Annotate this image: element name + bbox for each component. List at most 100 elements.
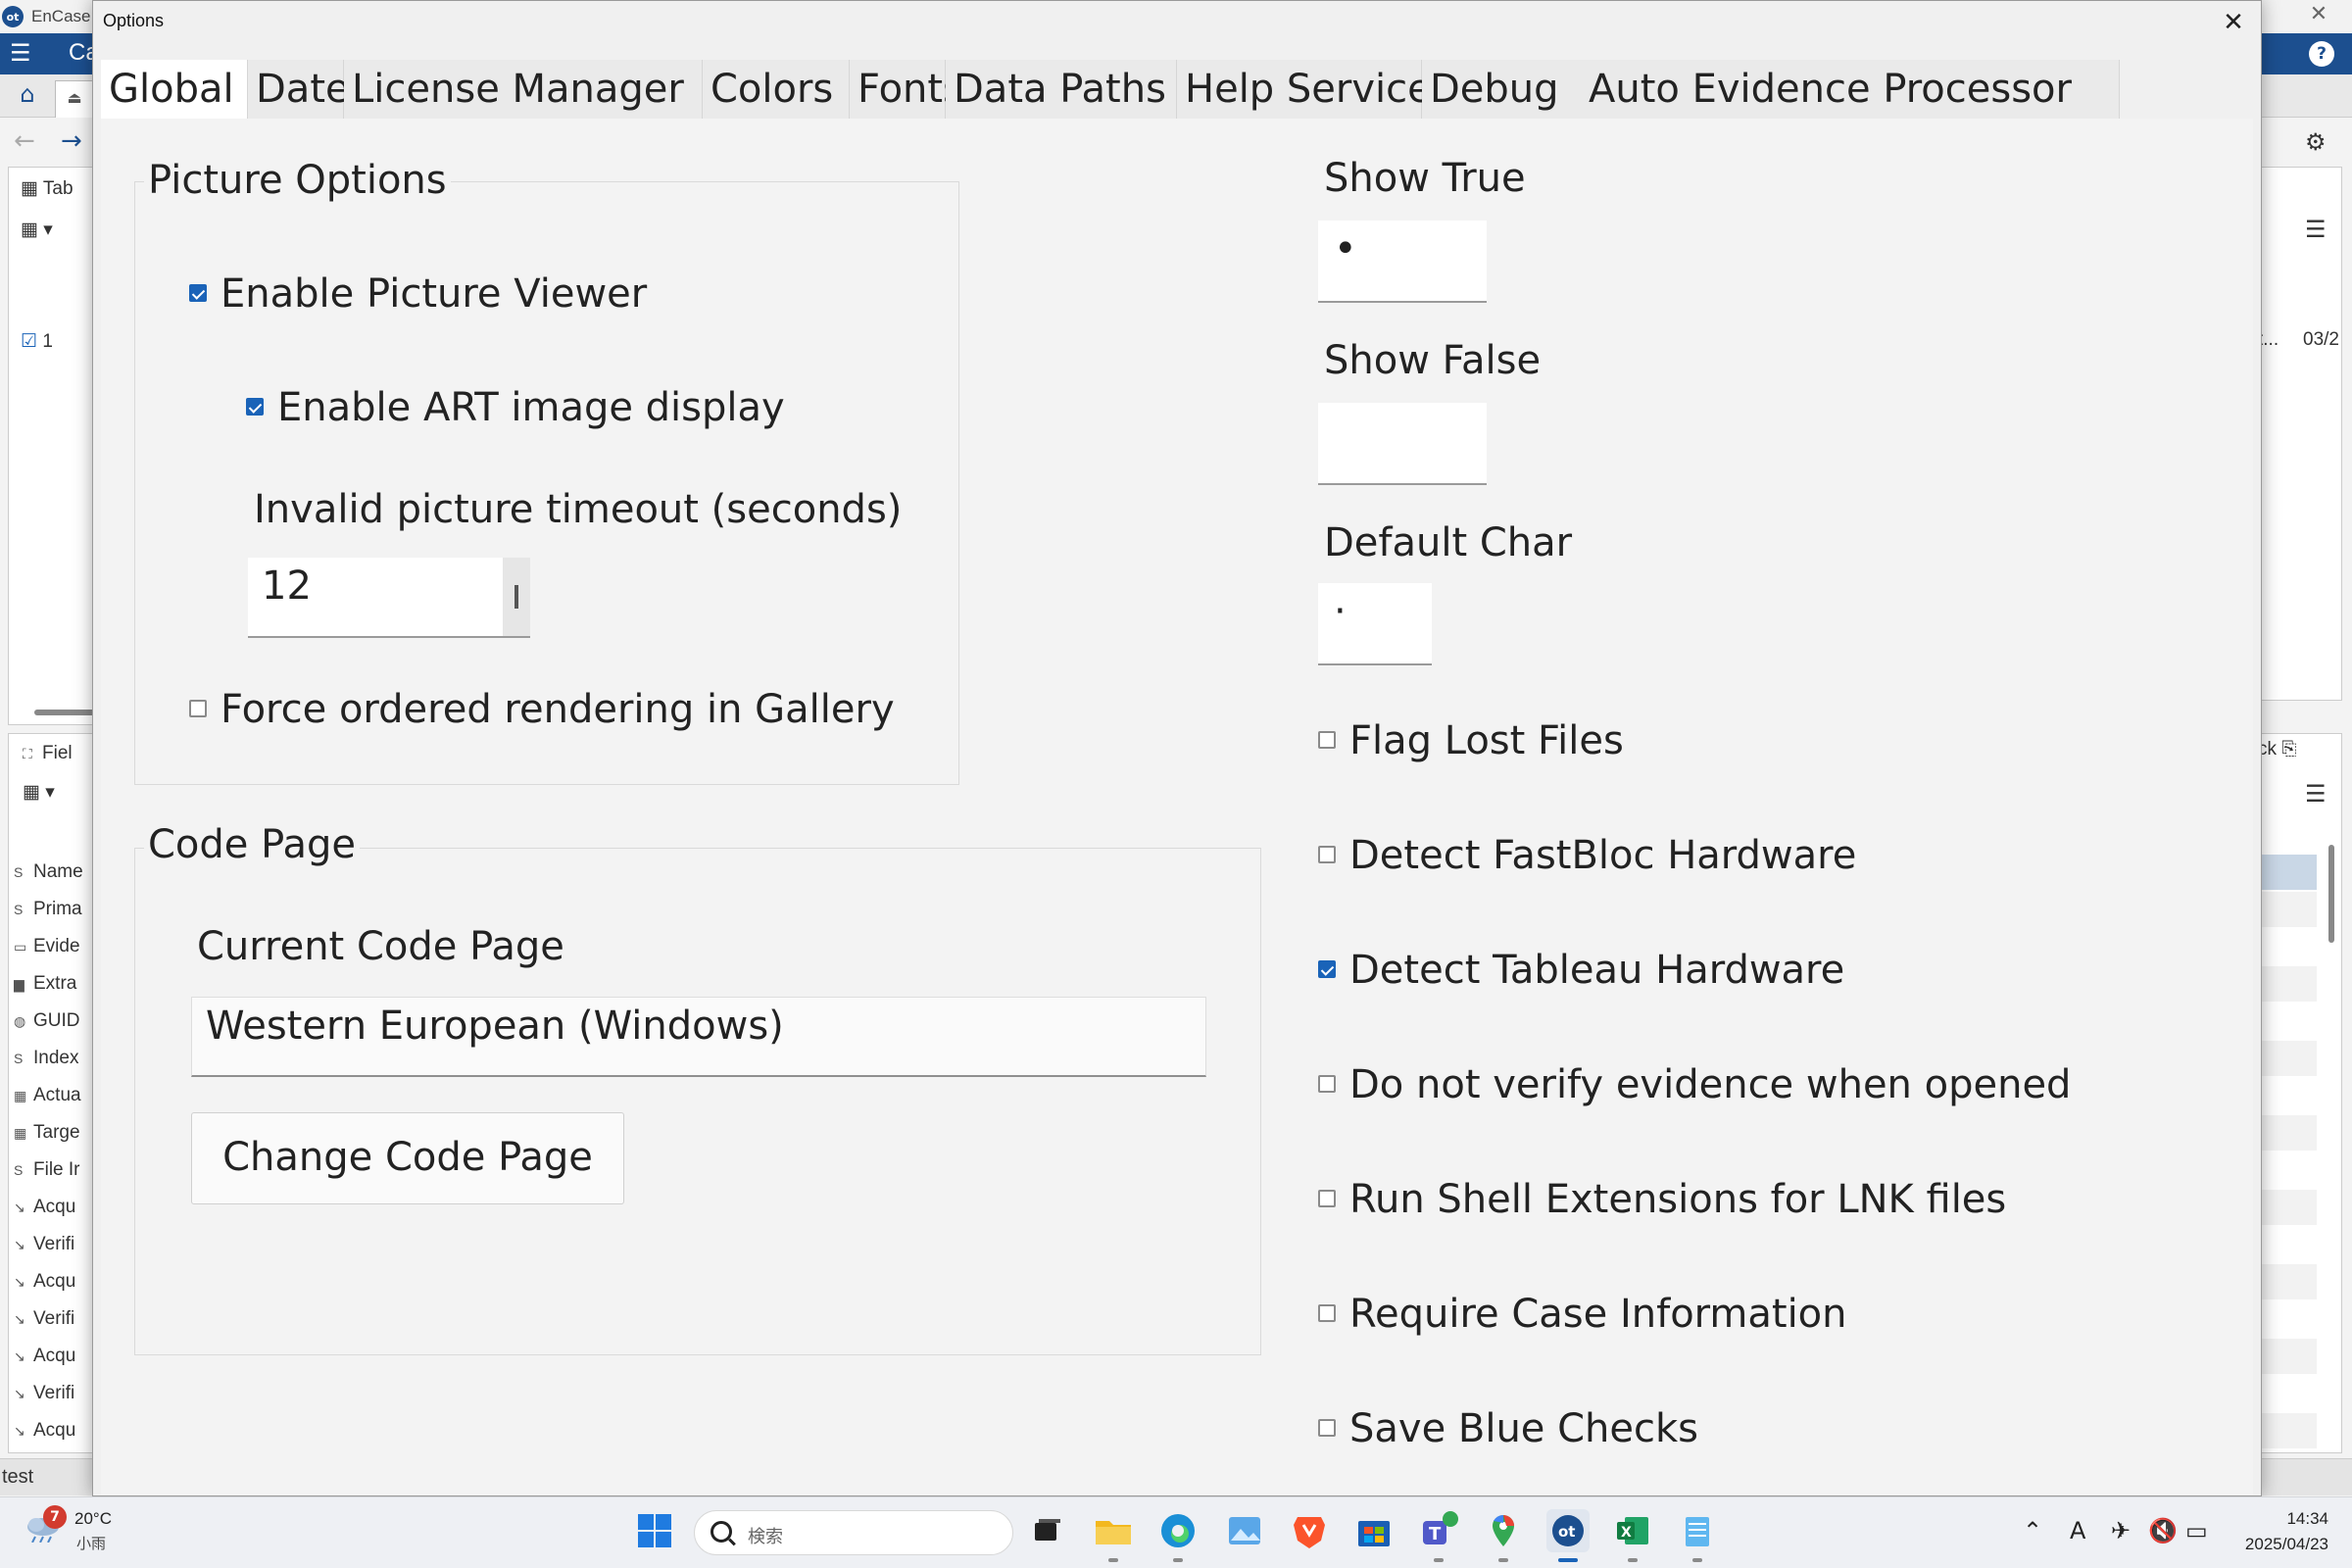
- encase-logo-icon: ot: [2, 6, 24, 27]
- field-type-icon: ↘: [14, 1237, 25, 1252]
- file-explorer-icon[interactable]: [1092, 1509, 1135, 1552]
- clock-time[interactable]: 14:34: [2260, 1509, 2328, 1529]
- fields-tab[interactable]: ⛶ Fiel: [23, 736, 101, 771]
- field-list-item[interactable]: ▦ Targe: [14, 1115, 92, 1151]
- field-list-item[interactable]: ↘ Verifi: [14, 1376, 92, 1411]
- table-tab-label: Tab: [42, 178, 74, 199]
- field-name: Index: [33, 1048, 79, 1068]
- change-code-page-button[interactable]: Change Code Page: [191, 1112, 624, 1204]
- field-list-item[interactable]: ◍ GUID: [14, 1004, 92, 1039]
- show-false-field[interactable]: [1318, 403, 1487, 485]
- excel-icon[interactable]: X: [1611, 1509, 1654, 1552]
- battery-icon[interactable]: ▭: [2185, 1517, 2208, 1544]
- windows-start-icon[interactable]: [633, 1509, 676, 1552]
- running-indicator: [1173, 1558, 1183, 1562]
- field-type-icon: ▭: [14, 939, 27, 955]
- tab-colors[interactable]: Colors: [703, 60, 850, 119]
- notepad-icon[interactable]: [1676, 1509, 1719, 1552]
- field-type-icon: ▆: [14, 976, 24, 992]
- table-row-stripe: [2258, 1190, 2317, 1225]
- clock-date[interactable]: 2025/04/23: [2225, 1535, 2328, 1554]
- show-true-field[interactable]: •: [1318, 220, 1487, 303]
- app-close-icon[interactable]: ✕: [2301, 2, 2336, 31]
- force-ordered-label: Force ordered rendering in Gallery: [220, 687, 895, 732]
- pane-menu-icon-2[interactable]: ☰: [2305, 780, 2327, 808]
- field-name: File Ir: [33, 1159, 80, 1180]
- field-list-item[interactable]: S Index: [14, 1041, 92, 1076]
- running-indicator: [1498, 1558, 1508, 1562]
- forward-arrow-icon[interactable]: →: [61, 126, 82, 156]
- field-name: Actua: [33, 1085, 81, 1105]
- fields-tab-label: Fiel: [42, 743, 73, 763]
- field-list-item[interactable]: S Name: [14, 855, 92, 890]
- do-not-verify-label: Do not verify evidence when opened: [1349, 1062, 2072, 1107]
- field-name: Targe: [33, 1122, 80, 1143]
- photos-app-icon[interactable]: [1223, 1509, 1266, 1552]
- home-icon[interactable]: ⌂: [8, 80, 47, 114]
- field-list-item[interactable]: S Prima: [14, 892, 92, 927]
- hamburger-menu-icon[interactable]: ☰: [10, 39, 31, 67]
- field-list-item[interactable]: ▆ Extra: [14, 966, 92, 1002]
- field-type-icon: ↘: [14, 1348, 25, 1364]
- current-code-page-field[interactable]: Western European (Windows): [191, 997, 1206, 1077]
- lock-label[interactable]: ck ⎘: [2258, 739, 2296, 760]
- help-icon[interactable]: ?: [2309, 41, 2334, 67]
- pane-menu-icon[interactable]: ☰: [2305, 216, 2327, 243]
- encase-taskbar-icon[interactable]: ot: [1546, 1509, 1590, 1552]
- show-false-label: Show False: [1324, 338, 1542, 383]
- field-list-item[interactable]: ▭ Evide: [14, 929, 92, 964]
- field-list-item[interactable]: ↘ Acqu: [14, 1413, 92, 1448]
- evidence-tab-icon[interactable]: ⏏: [55, 80, 94, 118]
- field-list-item[interactable]: ↘ Acqu: [14, 1339, 92, 1374]
- task-view-icon[interactable]: [1025, 1509, 1068, 1552]
- default-char-field[interactable]: ·: [1318, 583, 1432, 665]
- edge-browser-icon[interactable]: [1156, 1509, 1200, 1552]
- field-type-icon: ↘: [14, 1423, 25, 1439]
- weather-condition: 小雨: [76, 1535, 107, 1552]
- search-placeholder: 検索: [748, 1527, 783, 1547]
- field-name: Verifi: [33, 1234, 75, 1254]
- spinner-handle[interactable]: [503, 558, 530, 636]
- lock-icon: ⎘: [2281, 739, 2297, 760]
- network-icon[interactable]: ✈: [2111, 1517, 2131, 1544]
- close-icon[interactable]: ✕: [2214, 5, 2253, 40]
- tab-global[interactable]: Global: [101, 60, 248, 119]
- weather-notification-badge: 7: [43, 1505, 67, 1529]
- field-list-item[interactable]: ↘ Acqu: [14, 1264, 92, 1299]
- gear-icon[interactable]: ⚙: [2305, 128, 2327, 156]
- tab-auto-evidence-processor[interactable]: Auto Evidence Processor: [1581, 60, 2120, 119]
- timeout-spinner[interactable]: 12: [248, 558, 530, 638]
- field-list-item[interactable]: ↘ Verifi: [14, 1301, 92, 1337]
- tab-date[interactable]: Date: [248, 60, 350, 119]
- field-name: Acqu: [33, 1271, 76, 1292]
- teams-icon[interactable]: T: [1417, 1509, 1460, 1552]
- tab-data-paths[interactable]: Data Paths: [946, 60, 1177, 119]
- date-cell: 03/2: [2303, 329, 2339, 350]
- field-list-item[interactable]: ▦ Actua: [14, 1078, 92, 1113]
- tab-fonts[interactable]: Fonts: [850, 60, 963, 119]
- run-shell-extensions-label: Run Shell Extensions for LNK files: [1349, 1177, 2007, 1222]
- tab-help-service[interactable]: Help Service: [1177, 60, 1432, 119]
- google-maps-icon[interactable]: [1482, 1509, 1525, 1552]
- field-name: Extra: [33, 973, 77, 994]
- tab-license-manager[interactable]: License Manager: [344, 60, 703, 119]
- taskbar-search-box[interactable]: 検索: [694, 1510, 1013, 1555]
- require-case-info-label: Require Case Information: [1349, 1292, 1847, 1337]
- field-list-item[interactable]: ↘ Verifi: [14, 1227, 92, 1262]
- field-list-item[interactable]: ↘ Acqu: [14, 1190, 92, 1225]
- checkbox-checked-icon: [246, 398, 264, 416]
- field-list-item[interactable]: S File Ir: [14, 1152, 92, 1188]
- field-type-icon: ↘: [14, 1274, 25, 1290]
- field-name: Acqu: [33, 1420, 76, 1441]
- fields-view-dropdown[interactable]: ▦ ▾: [23, 775, 101, 810]
- back-arrow-icon[interactable]: ←: [14, 126, 35, 156]
- vertical-scrollbar[interactable]: [2328, 845, 2334, 943]
- microsoft-store-icon[interactable]: [1352, 1509, 1396, 1552]
- brave-browser-icon[interactable]: [1288, 1509, 1331, 1552]
- show-hidden-icons-chevron-icon[interactable]: ⌃: [2023, 1517, 2042, 1544]
- ime-mode-icon[interactable]: A: [2070, 1517, 2085, 1544]
- checkbox-icon[interactable]: ☑: [21, 331, 37, 352]
- timeout-label: Invalid picture timeout (seconds): [254, 487, 903, 532]
- volume-muted-icon[interactable]: 🔇: [2148, 1517, 2178, 1544]
- field-name: Prima: [33, 899, 82, 919]
